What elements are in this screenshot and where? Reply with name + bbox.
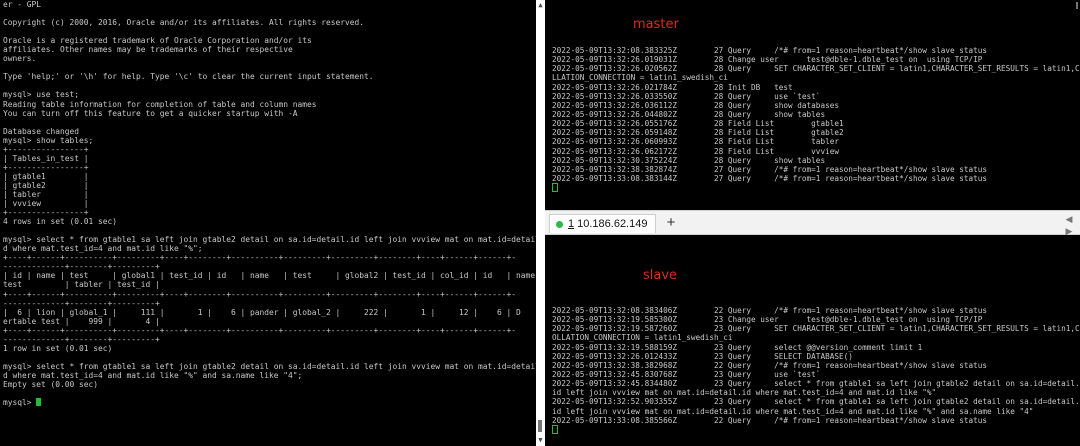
log-line: 2022-05-09T13:32:08.383406Z 22 Query /*#… (552, 306, 988, 315)
text-cursor-icon (552, 424, 558, 434)
log-line: 2022-05-09T13:32:19.585300Z 23 Change us… (552, 315, 983, 325)
terminal-line: mysql> select * from gtable1 sa left joi… (3, 361, 536, 371)
terminal-line: +----+------+----------+---------+----+-… (3, 253, 517, 263)
add-tab-button[interactable]: + (663, 214, 679, 232)
log-line: 2022-05-09T13:32:19.588159Z 23 Query sel… (552, 342, 923, 352)
log-line: 2022-05-09T13:32:30.375224Z 28 Query sho… (552, 155, 826, 165)
tab-number: 1 (568, 218, 575, 230)
terminal-line: d where mat.test_id=4 and mat.id like "%… (3, 370, 303, 380)
terminal-line: +----------------+ (3, 162, 89, 172)
tab-session[interactable]: 1 10.186.62.149 (549, 214, 657, 233)
terminal-line: Empty set (0.00 sec) (3, 379, 99, 389)
terminal-line: | gtable2 | (3, 180, 89, 190)
terminal-line: mysql> use test; (3, 90, 80, 100)
log-line: 2022-05-09T13:32:26.020562Z 28 Query SET… (552, 64, 1080, 74)
terminal-line: +----+------+----------+---------+----+-… (3, 325, 517, 335)
left-terminal-pane[interactable]: er - GPL Copyright (c) 2000, 2016, Oracle… (0, 0, 536, 446)
terminal-line: | 6 | lion | global_1 | 111 | 1 | 6 | pa… (3, 307, 536, 317)
log-line: 2022-05-09T13:33:08.383144Z 27 Query /*#… (552, 173, 988, 183)
terminal-line: -------------+--------+---------+ (3, 334, 160, 344)
tab-host: 10.186.62.149 (577, 218, 648, 230)
scroll-thumb[interactable] (538, 420, 542, 432)
terminal-line: ertable test | 999 | 4 | (3, 316, 160, 326)
scroll-tab-left-icon[interactable]: ◀ (1064, 214, 1074, 224)
scroll-down-icon[interactable]: ▼ (537, 436, 544, 445)
terminal-line: Type 'help;' or '\h' for help. Type '\c'… (3, 72, 374, 82)
terminal-line: | gtable1 | (3, 171, 89, 181)
terminal-line: d where mat.test_id=4 and mat.id like "%… (3, 244, 203, 254)
terminal-line: Oracle is a registered trademark of Orac… (3, 36, 312, 46)
log-line: 2022-05-09T13:32:26.055176Z 28 Field Lis… (552, 119, 844, 129)
log-line: 2022-05-09T13:32:26.033550Z 28 Query use… (552, 91, 821, 101)
log-line: 2022-05-09T13:32:26.036112Z 28 Query sho… (552, 100, 839, 110)
terminal-line: | tabler | (3, 189, 89, 199)
terminal-line: Database changed (3, 126, 80, 136)
terminal-line: 1 row in set (0.01 sec) (3, 343, 113, 353)
log-line: 2022-05-09T13:32:45.830768Z 23 Query use… (552, 369, 821, 379)
slave-label: slave (643, 268, 678, 283)
terminal-line: test | tabler | test_id | (3, 280, 160, 290)
terminal-line: You can turn off this feature to get a q… (3, 108, 298, 118)
log-line: 2022-05-09T13:32:19.587260Z 23 Query SET… (552, 324, 1080, 334)
text-cursor-icon (552, 183, 558, 193)
log-line: 2022-05-09T13:32:26.059148Z 28 Field Lis… (552, 128, 844, 138)
log-line: 2022-05-09T13:32:52.903355Z 23 Query sel… (552, 397, 1080, 407)
log-line: 2022-05-09T13:32:38.382874Z 27 Query /*#… (552, 164, 988, 174)
pane-scrollbar[interactable]: ▲ ▼ (536, 0, 545, 446)
slave-terminal-pane[interactable]: slave 2022-05-09T13:32:08.383406Z 22 Que… (545, 235, 1080, 446)
terminal-line: +----------------+ (3, 144, 89, 154)
terminal-line: 4 rows in set (0.01 sec) (3, 217, 118, 227)
log-line: 2022-05-09T13:32:26.044802Z 28 Query sho… (552, 109, 826, 119)
cursor-line (552, 183, 1080, 193)
text-cursor-icon (36, 398, 42, 407)
master-terminal-pane[interactable]: master 2022-05-09T13:32:08.383325Z 27 Qu… (545, 0, 1080, 210)
left-terminal-output: er - GPL Copyright (c) 2000, 2016, Oracle… (3, 0, 536, 407)
terminal-line: mysql> show tables; (3, 135, 94, 145)
log-line: 2022-05-09T13:33:08.385566Z 22 Query /*#… (552, 415, 988, 425)
terminal-line: +----+------+----------+---------+----+-… (3, 289, 517, 299)
terminal-line: | Tables_in_test | (3, 153, 89, 163)
scroll-marker-icon (1076, 2, 1078, 9)
log-line: 2022-05-09T13:32:08.383325Z 27 Query /*#… (552, 46, 988, 55)
terminal-line: -------------+--------+---------+ (3, 262, 160, 272)
slave-log-output: 2022-05-09T13:32:08.383406Z 22 Query /*#… (552, 306, 1080, 434)
master-log-output: 2022-05-09T13:32:08.383325Z 27 Query /*#… (552, 46, 1080, 193)
log-line: id left join vvview mat on mat.id=detail… (552, 388, 937, 398)
terminal-line: affiliates. Other names may be trademark… (3, 45, 293, 55)
session-tab-bar: 1 10.186.62.149 + (545, 210, 1080, 235)
log-line: OLLATION_CONNECTION = latin1_swedish_ci (552, 333, 733, 343)
cursor-line (552, 424, 1080, 434)
log-line: 2022-05-09T13:32:26.012433Z 23 Query SEL… (552, 351, 853, 361)
terminal-line: | vvview | (3, 199, 89, 209)
terminal-line: -------------+--------+---------+ (3, 298, 160, 308)
terminal-line: +----------------+ (3, 208, 89, 218)
log-line: 2022-05-09T13:32:26.019031Z 28 Change us… (552, 55, 983, 65)
terminal-line: | id | name | test | global1 | test_id |… (3, 271, 536, 281)
scroll-up-icon[interactable]: ▲ (537, 1, 544, 10)
terminal-line: mysql> (3, 398, 536, 407)
terminal-line: mysql> select * from gtable1 sa left joi… (3, 235, 536, 245)
scroll-tab-right-icon[interactable]: ▶ (1064, 226, 1074, 236)
log-line: 2022-05-09T13:32:26.021784Z 28 Init DB t… (552, 82, 793, 92)
terminal-line: Copyright (c) 2000, 2016, Oracle and/or … (3, 18, 365, 28)
terminal-line: owners. (3, 54, 37, 64)
log-line: id left join vvview mat on mat.id=detail… (552, 406, 1034, 416)
log-line: 2022-05-09T13:32:38.382968Z 22 Query /*#… (552, 360, 988, 370)
log-line: LLATION_CONNECTION = latin1_swedish_ci (552, 73, 728, 83)
terminal-line: Reading table information for completion… (3, 99, 317, 109)
log-line: 2022-05-09T13:32:26.060993Z 28 Field Lis… (552, 137, 839, 147)
terminal-line: er - GPL (3, 0, 42, 9)
master-label: master (633, 17, 679, 32)
connected-status-icon (556, 220, 563, 228)
log-line: 2022-05-09T13:32:26.062172Z 28 Field Lis… (552, 146, 839, 156)
log-line: 2022-05-09T13:32:45.834480Z 23 Query sel… (552, 379, 1080, 389)
